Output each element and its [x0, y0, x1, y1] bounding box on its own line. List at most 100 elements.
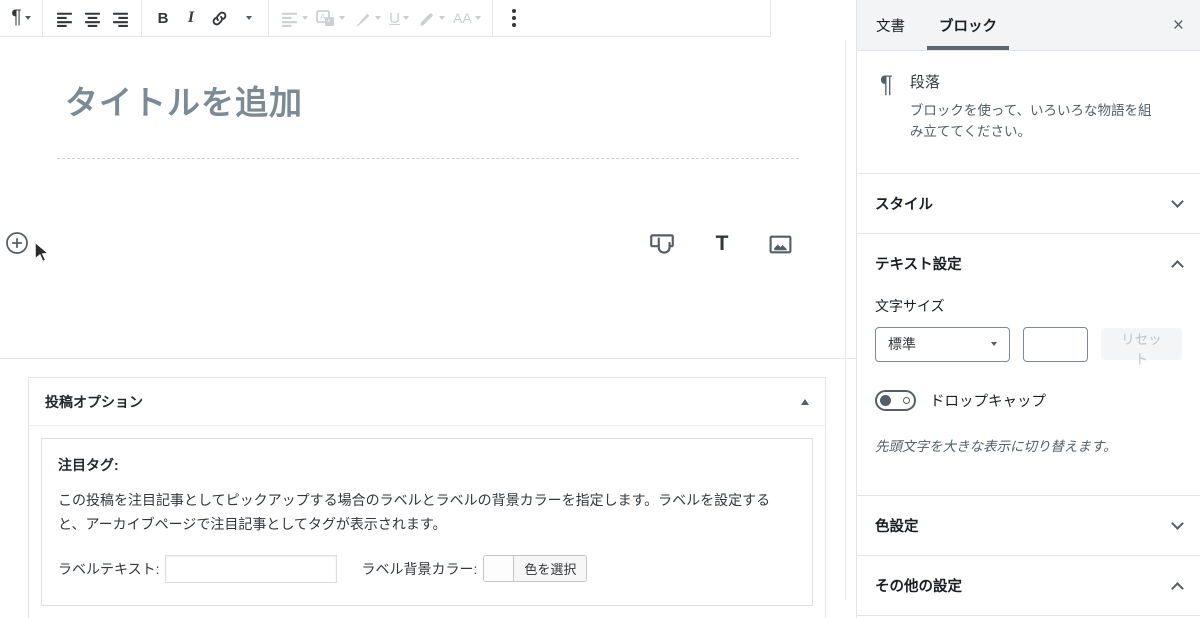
label-text-input[interactable]	[165, 555, 337, 583]
panel-text-settings-header[interactable]: テキスト設定	[857, 234, 1200, 294]
align-right-button[interactable]	[106, 0, 134, 36]
chevron-down-icon	[246, 16, 252, 20]
chevron-down-icon	[1171, 517, 1184, 530]
toggle-knob	[880, 395, 891, 406]
underline-disabled-button: U	[385, 0, 413, 36]
translate-icon: A *	[316, 10, 336, 27]
image-icon	[768, 232, 793, 257]
featured-tag-fieldset: 注目タグ: この投稿を注目記事としてピックアップする場合のラベルとラベルの背景カ…	[41, 438, 813, 606]
dropcap-toggle[interactable]	[875, 390, 916, 411]
paragraph-block-button[interactable]: ¶	[7, 0, 35, 36]
align-left-icon	[55, 9, 74, 28]
post-options-metabox: 投稿オプション 注目タグ: この投稿を注目記事としてピックアップする場合のラベル…	[28, 377, 826, 618]
dropcap-row: ドロップキャップ	[875, 390, 1182, 411]
font-size-icon: AA	[453, 10, 472, 26]
italic-icon: I	[188, 9, 194, 27]
brush-icon	[353, 9, 372, 28]
tab-document[interactable]: 文書	[861, 0, 920, 50]
label-text-label: ラベルテキスト:	[58, 559, 159, 579]
more-formats-button[interactable]	[233, 0, 261, 36]
align-center-button[interactable]	[78, 0, 106, 36]
panel-style[interactable]: スタイル	[857, 174, 1200, 234]
post-options-body: 注目タグ: この投稿を注目記事としてピックアップする場合のラベルとラベルの背景カ…	[29, 426, 825, 618]
alignment-disabled-button	[276, 0, 312, 36]
close-sidebar-button[interactable]: ×	[1173, 16, 1184, 35]
text-block-button[interactable]: T	[708, 226, 736, 262]
panel-style-title: スタイル	[875, 193, 933, 214]
gutenberg-editor: ¶ B I	[0, 0, 1200, 618]
button-block-icon	[648, 231, 676, 257]
panel-color-settings[interactable]: 色設定	[857, 496, 1200, 556]
panel-advanced-settings[interactable]: その他の設定	[857, 556, 1200, 616]
panel-text-settings-title: テキスト設定	[875, 253, 962, 274]
svg-text:*: *	[327, 19, 330, 26]
chevron-down-icon	[25, 16, 31, 20]
post-options-title: 投稿オプション	[45, 392, 143, 412]
settings-sidebar: 文書 ブロック × ¶ 段落 ブロックを使って、いろいろな物語を組み立ててくださ…	[856, 0, 1200, 618]
select-color-button[interactable]: 色を選択	[483, 555, 587, 582]
align-right-icon	[111, 9, 130, 28]
metabox-divider	[0, 358, 856, 359]
font-size-select-value: 標準	[888, 334, 916, 354]
block-toolbar: ¶ B I	[0, 0, 771, 37]
kebab-icon	[512, 9, 516, 13]
post-title-input[interactable]: タイトルを追加	[65, 76, 303, 124]
brush-disabled-button	[349, 0, 385, 36]
more-options-group	[493, 0, 535, 36]
block-type-group: ¶	[0, 0, 43, 36]
select-color-label: 色を選択	[514, 556, 586, 581]
chevron-down-icon	[403, 16, 409, 20]
dropcap-note: 先頭文字を大きな表示に切り替えます。	[875, 437, 1182, 457]
marker-icon	[417, 9, 436, 28]
text-block-icon: T	[716, 232, 729, 256]
font-size-label: 文字サイズ	[875, 296, 1182, 316]
color-swatch	[484, 556, 514, 581]
align-left-button[interactable]	[50, 0, 78, 36]
block-card: ¶ 段落 ブロックを使って、いろいろな物語を組み立ててください。	[857, 51, 1200, 174]
mouse-cursor	[33, 241, 51, 263]
align-center-icon	[83, 9, 102, 28]
close-icon: ×	[1173, 15, 1184, 36]
bg-color-label: ラベル背景カラー:	[361, 559, 477, 579]
chevron-down-icon	[339, 16, 345, 20]
tab-block[interactable]: ブロック	[924, 0, 1012, 50]
font-size-controls: 標準 リセット	[875, 327, 1182, 362]
highlighter-disabled-button	[413, 0, 449, 36]
text-settings-content: 文字サイズ 標準 リセット ドロップキャップ 先頭文字を大き	[857, 296, 1200, 495]
font-size-disabled-button: AA	[449, 0, 485, 36]
align-lines-icon	[280, 9, 299, 28]
more-options-button[interactable]	[500, 0, 528, 36]
block-card-title: 段落	[910, 71, 1165, 92]
add-block-button[interactable]	[5, 231, 29, 258]
custom-font-size-input[interactable]	[1023, 327, 1088, 362]
chevron-up-icon	[1171, 260, 1184, 273]
plus-circle-icon	[5, 231, 29, 255]
reset-font-size-button: リセット	[1101, 328, 1182, 360]
quick-insert-icons: T	[644, 226, 797, 262]
chevron-down-icon	[375, 16, 381, 20]
paragraph-icon: ¶	[880, 71, 893, 143]
dropcap-label: ドロップキャップ	[930, 390, 1046, 411]
chevron-down-icon	[991, 342, 997, 346]
chevron-up-icon	[1171, 582, 1184, 595]
alignment-group	[43, 0, 142, 36]
bold-icon: B	[158, 10, 169, 27]
italic-button[interactable]: I	[177, 0, 205, 36]
bold-button[interactable]: B	[149, 0, 177, 36]
sidebar-tabs: 文書 ブロック ×	[857, 0, 1200, 51]
chevron-down-icon	[302, 16, 308, 20]
link-button[interactable]	[205, 0, 233, 36]
formatting-group: B I	[142, 0, 269, 36]
editor-canvas: ¶ B I	[0, 0, 856, 618]
disabled-formatting-group: A * U	[269, 0, 493, 36]
collapse-triangle-icon[interactable]	[801, 399, 809, 405]
block-card-text: 段落 ブロックを使って、いろいろな物語を組み立ててください。	[910, 69, 1165, 143]
font-size-select[interactable]: 標準	[875, 327, 1010, 362]
post-options-header[interactable]: 投稿オプション	[29, 378, 825, 426]
button-block-button[interactable]	[644, 226, 680, 262]
image-block-button[interactable]	[764, 226, 797, 262]
chevron-down-icon	[475, 16, 481, 20]
block-card-description: ブロックを使って、いろいろな物語を組み立ててください。	[910, 101, 1165, 143]
link-icon	[210, 9, 229, 28]
panel-color-settings-title: 色設定	[875, 515, 919, 536]
